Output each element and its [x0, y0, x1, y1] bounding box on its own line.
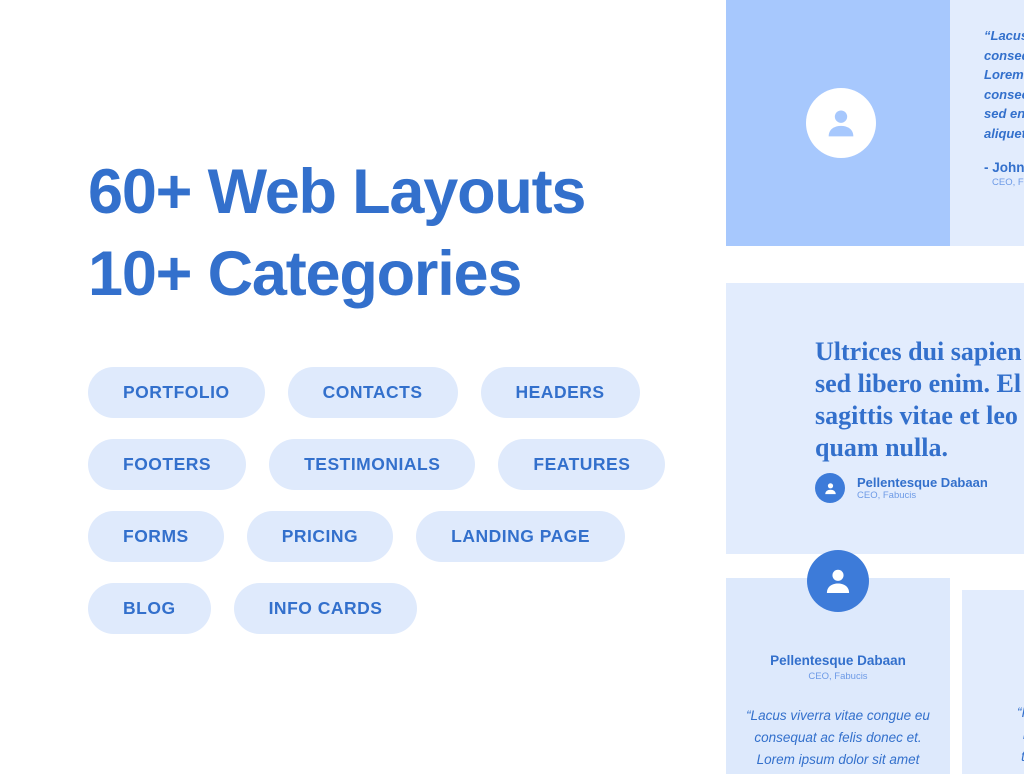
author-name: Pellentesque Dabaan [770, 653, 906, 668]
category-pill-forms[interactable]: FORMS [88, 511, 224, 562]
quote-line: consequat ac felis donec et. [754, 730, 922, 745]
quote-line: “Lacus [984, 28, 1024, 43]
author-name: - John [984, 160, 1024, 175]
quote-line: Lorem ipsum dolor sit amet [756, 752, 920, 767]
quote-line: consect [984, 86, 1024, 102]
category-pill-list: PORTFOLIO CONTACTS HEADERS FOOTERS TESTI… [88, 367, 688, 655]
preview-card-profile-bottom-quote: “Lacus viverra vitae congue eu consequat… [738, 705, 938, 774]
category-pill-pricing[interactable]: PRICING [246, 511, 394, 562]
quote-line: lao [972, 724, 1024, 746]
template-preview-panel: “Lacus consequ Lorem consect sed enim al… [726, 0, 1024, 774]
preview-card-profile-bottom[interactable]: Pellentesque Dabaan CEO, Fabucis “Lacus … [726, 550, 950, 774]
page-title: 60+ Web Layouts 10+ Categories [88, 152, 688, 316]
title-line: sagittis vitae et leo [815, 401, 1018, 430]
category-pill-portfolio[interactable]: PORTFOLIO [88, 367, 265, 418]
category-pill-row: FOOTERS TESTIMONIALS FEATURES [88, 439, 688, 490]
preview-card-quote-top[interactable]: “Lacus consequ Lorem consect sed enim al… [726, 0, 1024, 246]
category-pill-row: BLOG INFO CARDS [88, 583, 688, 634]
preview-card-headline-mid[interactable]: Ultrices dui sapien sed libero enim. El … [726, 283, 1024, 554]
title-line: Ultrices dui sapien [815, 337, 1022, 366]
category-pill-landing-page[interactable]: LANDING PAGE [416, 511, 626, 562]
person-icon [806, 88, 876, 158]
category-pill-row: FORMS PRICING LANDING PAGE [88, 511, 688, 562]
quote-line: aliquet [984, 125, 1024, 141]
category-pill-contacts[interactable]: CONTACTS [287, 367, 458, 418]
person-icon [807, 550, 869, 612]
preview-card-headline-mid-title: Ultrices dui sapien sed libero enim. El … [815, 336, 1024, 464]
quote-line: “Iacu [1016, 705, 1024, 720]
attribution-text: Pellentesque Dabaan CEO, Fabucis [857, 475, 988, 502]
hero-panel: 60+ Web Layouts 10+ Categories PORTFOLIO… [0, 0, 726, 774]
author-name: Pellentesque Dabaan [857, 474, 988, 490]
preview-card-quote-top-quote: “Lacus consequ Lorem consect sed enim al… [984, 26, 1024, 143]
preview-card-quote-bottom-right[interactable]: “Iacu lao trist [962, 590, 1024, 774]
quote-line: Lorem [984, 67, 1024, 82]
preview-card-quote-top-image-pane [726, 0, 950, 246]
title-line: sed libero enim. El [815, 369, 1022, 398]
headline-line-1: 60+ Web Layouts [88, 157, 586, 227]
quote-line: sed enim [984, 106, 1024, 121]
preview-card-quote-top-attribution: - John CEO, Fab [984, 160, 1024, 188]
quote-line: trist [972, 746, 1024, 768]
author-role: CEO, Fab [992, 177, 1024, 188]
category-pill-headers[interactable]: HEADERS [480, 367, 640, 418]
preview-card-quote-bottom-right-quote: “Iacu lao trist [972, 702, 1024, 768]
category-pill-info-cards[interactable]: INFO CARDS [233, 583, 418, 634]
author-role: CEO, Fabucis [857, 489, 917, 501]
person-icon [815, 473, 845, 503]
author-role: CEO, Fabucis [808, 671, 868, 682]
quote-line: consequ [984, 47, 1024, 63]
headline-line-2: 10+ Categories [88, 238, 522, 309]
category-pill-blog[interactable]: BLOG [88, 583, 211, 634]
category-pill-features[interactable]: FEATURES [498, 439, 666, 490]
preview-card-headline-mid-attribution: Pellentesque Dabaan CEO, Fabucis [815, 473, 988, 503]
category-pill-footers[interactable]: FOOTERS [88, 439, 247, 490]
quote-line: “Lacus viverra vitae congue eu [746, 708, 930, 723]
title-line: quam nulla. [815, 433, 948, 462]
category-pill-testimonials[interactable]: TESTIMONIALS [269, 439, 476, 490]
category-pill-row: PORTFOLIO CONTACTS HEADERS [88, 367, 688, 418]
